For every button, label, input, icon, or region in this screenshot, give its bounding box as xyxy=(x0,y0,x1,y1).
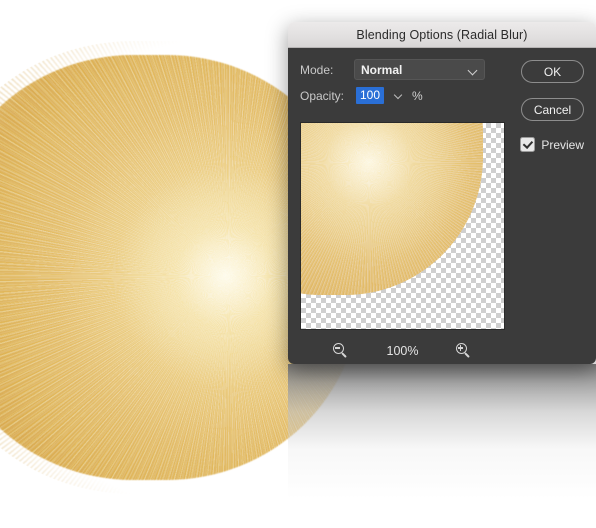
magnifier-plus-icon[interactable] xyxy=(455,342,473,360)
mode-row: Mode: Normal xyxy=(300,59,485,80)
opacity-input[interactable]: 100 xyxy=(356,87,385,104)
opacity-chevron-down-icon[interactable] xyxy=(395,92,405,100)
ok-button[interactable]: OK xyxy=(521,60,584,83)
opacity-row: Opacity: 100 % xyxy=(300,87,423,104)
preview-checkbox-group[interactable]: Preview xyxy=(520,137,584,152)
zoom-level-value: 100% xyxy=(386,344,419,358)
cancel-button[interactable]: Cancel xyxy=(521,98,584,121)
preview-checkbox-label: Preview xyxy=(541,137,584,152)
preview-blob-edge xyxy=(301,123,489,301)
dialog-body: Mode: Normal Opacity: 100 % OK Cancel Pr… xyxy=(288,48,596,364)
opacity-unit: % xyxy=(412,88,423,103)
preview-panel[interactable] xyxy=(300,122,505,330)
mode-select[interactable]: Normal xyxy=(354,59,485,80)
dialog-titlebar[interactable]: Blending Options (Radial Blur) xyxy=(288,22,596,48)
opacity-label: Opacity: xyxy=(300,88,345,103)
dialog-title: Blending Options (Radial Blur) xyxy=(356,27,528,42)
chevron-down-icon xyxy=(469,67,478,73)
magnifier-minus-icon[interactable] xyxy=(332,342,350,360)
blending-options-dialog: Blending Options (Radial Blur) Mode: Nor… xyxy=(288,22,596,364)
preview-blob-artwork xyxy=(301,123,489,301)
mode-select-value: Normal xyxy=(361,62,403,77)
mode-label: Mode: xyxy=(300,62,334,77)
preview-checkbox[interactable] xyxy=(520,137,536,152)
preview-zoom-bar: 100% xyxy=(300,340,505,362)
